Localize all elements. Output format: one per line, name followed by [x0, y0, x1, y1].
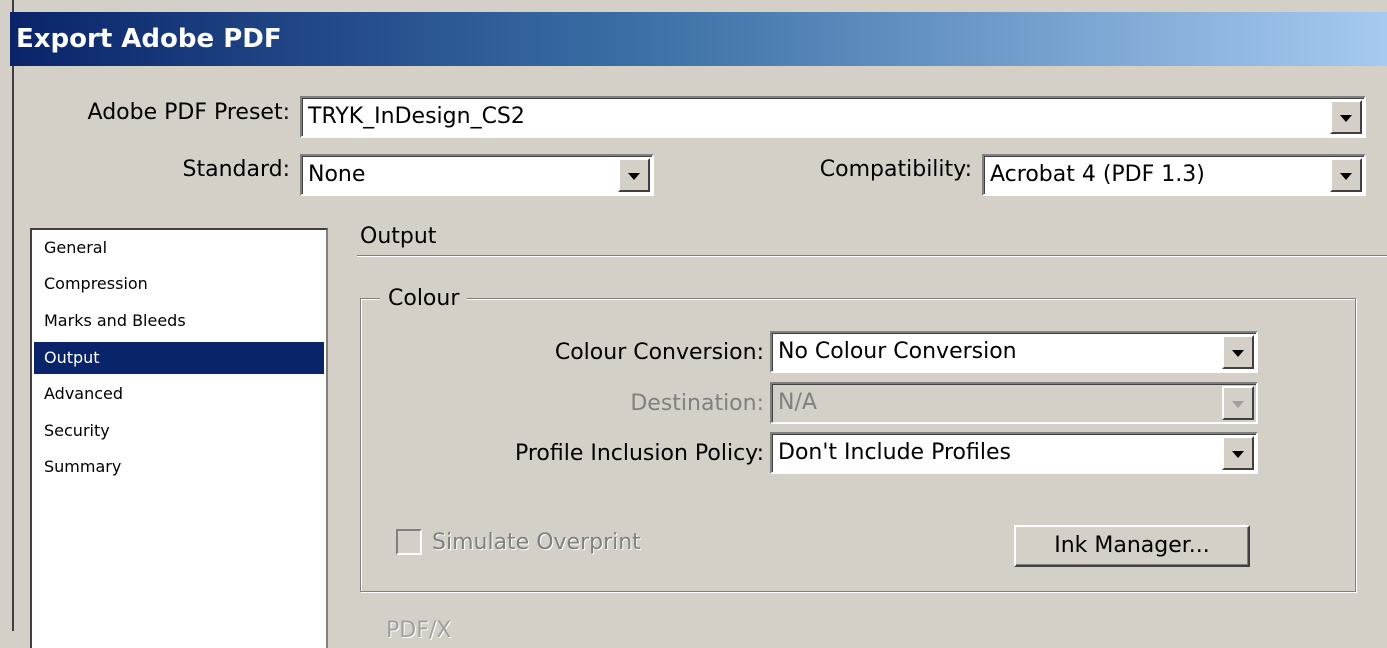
colour-conversion-value: No Colour Conversion — [778, 339, 1017, 364]
sidebar-item-output[interactable]: Output — [34, 342, 324, 374]
simulate-overprint-label: Simulate Overprint — [432, 530, 641, 555]
chevron-down-icon — [1232, 451, 1244, 458]
destination-value: N/A — [778, 390, 817, 415]
chevron-down-icon — [628, 173, 640, 180]
panel-title: Output — [360, 224, 437, 249]
preset-dropdown[interactable]: TRYK_InDesign_CS2 — [300, 96, 1366, 138]
simulate-overprint-checkbox[interactable] — [396, 529, 422, 555]
destination-label: Destination: — [630, 391, 764, 416]
profile-policy-dropdown[interactable]: Don't Include Profiles — [770, 432, 1258, 474]
preset-value: TRYK_InDesign_CS2 — [308, 104, 525, 129]
destination-dropdown[interactable]: N/A — [770, 382, 1258, 424]
standard-value: None — [308, 162, 366, 187]
profile-policy-value: Don't Include Profiles — [778, 440, 1011, 465]
profile-policy-dropdown-button[interactable] — [1222, 436, 1254, 470]
window-frame-left — [0, 0, 14, 631]
chevron-down-icon — [1232, 350, 1244, 357]
sidebar-item-general[interactable]: General — [34, 232, 324, 264]
sidebar-item-summary[interactable]: Summary — [34, 451, 324, 483]
sidebar-item-marks-bleeds[interactable]: Marks and Bleeds — [34, 305, 324, 337]
preset-dropdown-button[interactable] — [1330, 100, 1362, 134]
window-title-bar[interactable]: Export Adobe PDF — [10, 12, 1387, 66]
window-title: Export Adobe PDF — [16, 24, 282, 54]
sidebar-item-security[interactable]: Security — [34, 415, 324, 447]
colour-conversion-label: Colour Conversion: — [554, 340, 764, 365]
destination-dropdown-button[interactable] — [1222, 386, 1254, 420]
ink-manager-button[interactable]: Ink Manager... — [1014, 525, 1250, 567]
category-list[interactable]: General Compression Marks and Bleeds Out… — [30, 228, 328, 648]
panel-title-divider — [357, 255, 1387, 257]
standard-dropdown[interactable]: None — [300, 154, 654, 196]
chevron-down-icon — [1232, 401, 1244, 408]
colour-group-legend: Colour — [380, 286, 468, 311]
compatibility-value: Acrobat 4 (PDF 1.3) — [990, 162, 1205, 187]
preset-label: Adobe PDF Preset: — [87, 100, 290, 125]
profile-policy-label: Profile Inclusion Policy: — [514, 441, 764, 466]
sidebar-item-compression[interactable]: Compression — [34, 268, 324, 300]
chevron-down-icon — [1340, 173, 1352, 180]
window-frame-top — [0, 0, 1387, 12]
colour-conversion-dropdown[interactable]: No Colour Conversion — [770, 331, 1258, 373]
compatibility-dropdown-button[interactable] — [1330, 158, 1362, 192]
chevron-down-icon — [1340, 115, 1352, 122]
compatibility-label: Compatibility: — [819, 157, 972, 182]
colour-conversion-dropdown-button[interactable] — [1222, 335, 1254, 369]
sidebar-item-advanced[interactable]: Advanced — [34, 378, 324, 410]
standard-label: Standard: — [182, 157, 291, 182]
compatibility-dropdown[interactable]: Acrobat 4 (PDF 1.3) — [982, 154, 1366, 196]
standard-dropdown-button[interactable] — [618, 158, 650, 192]
